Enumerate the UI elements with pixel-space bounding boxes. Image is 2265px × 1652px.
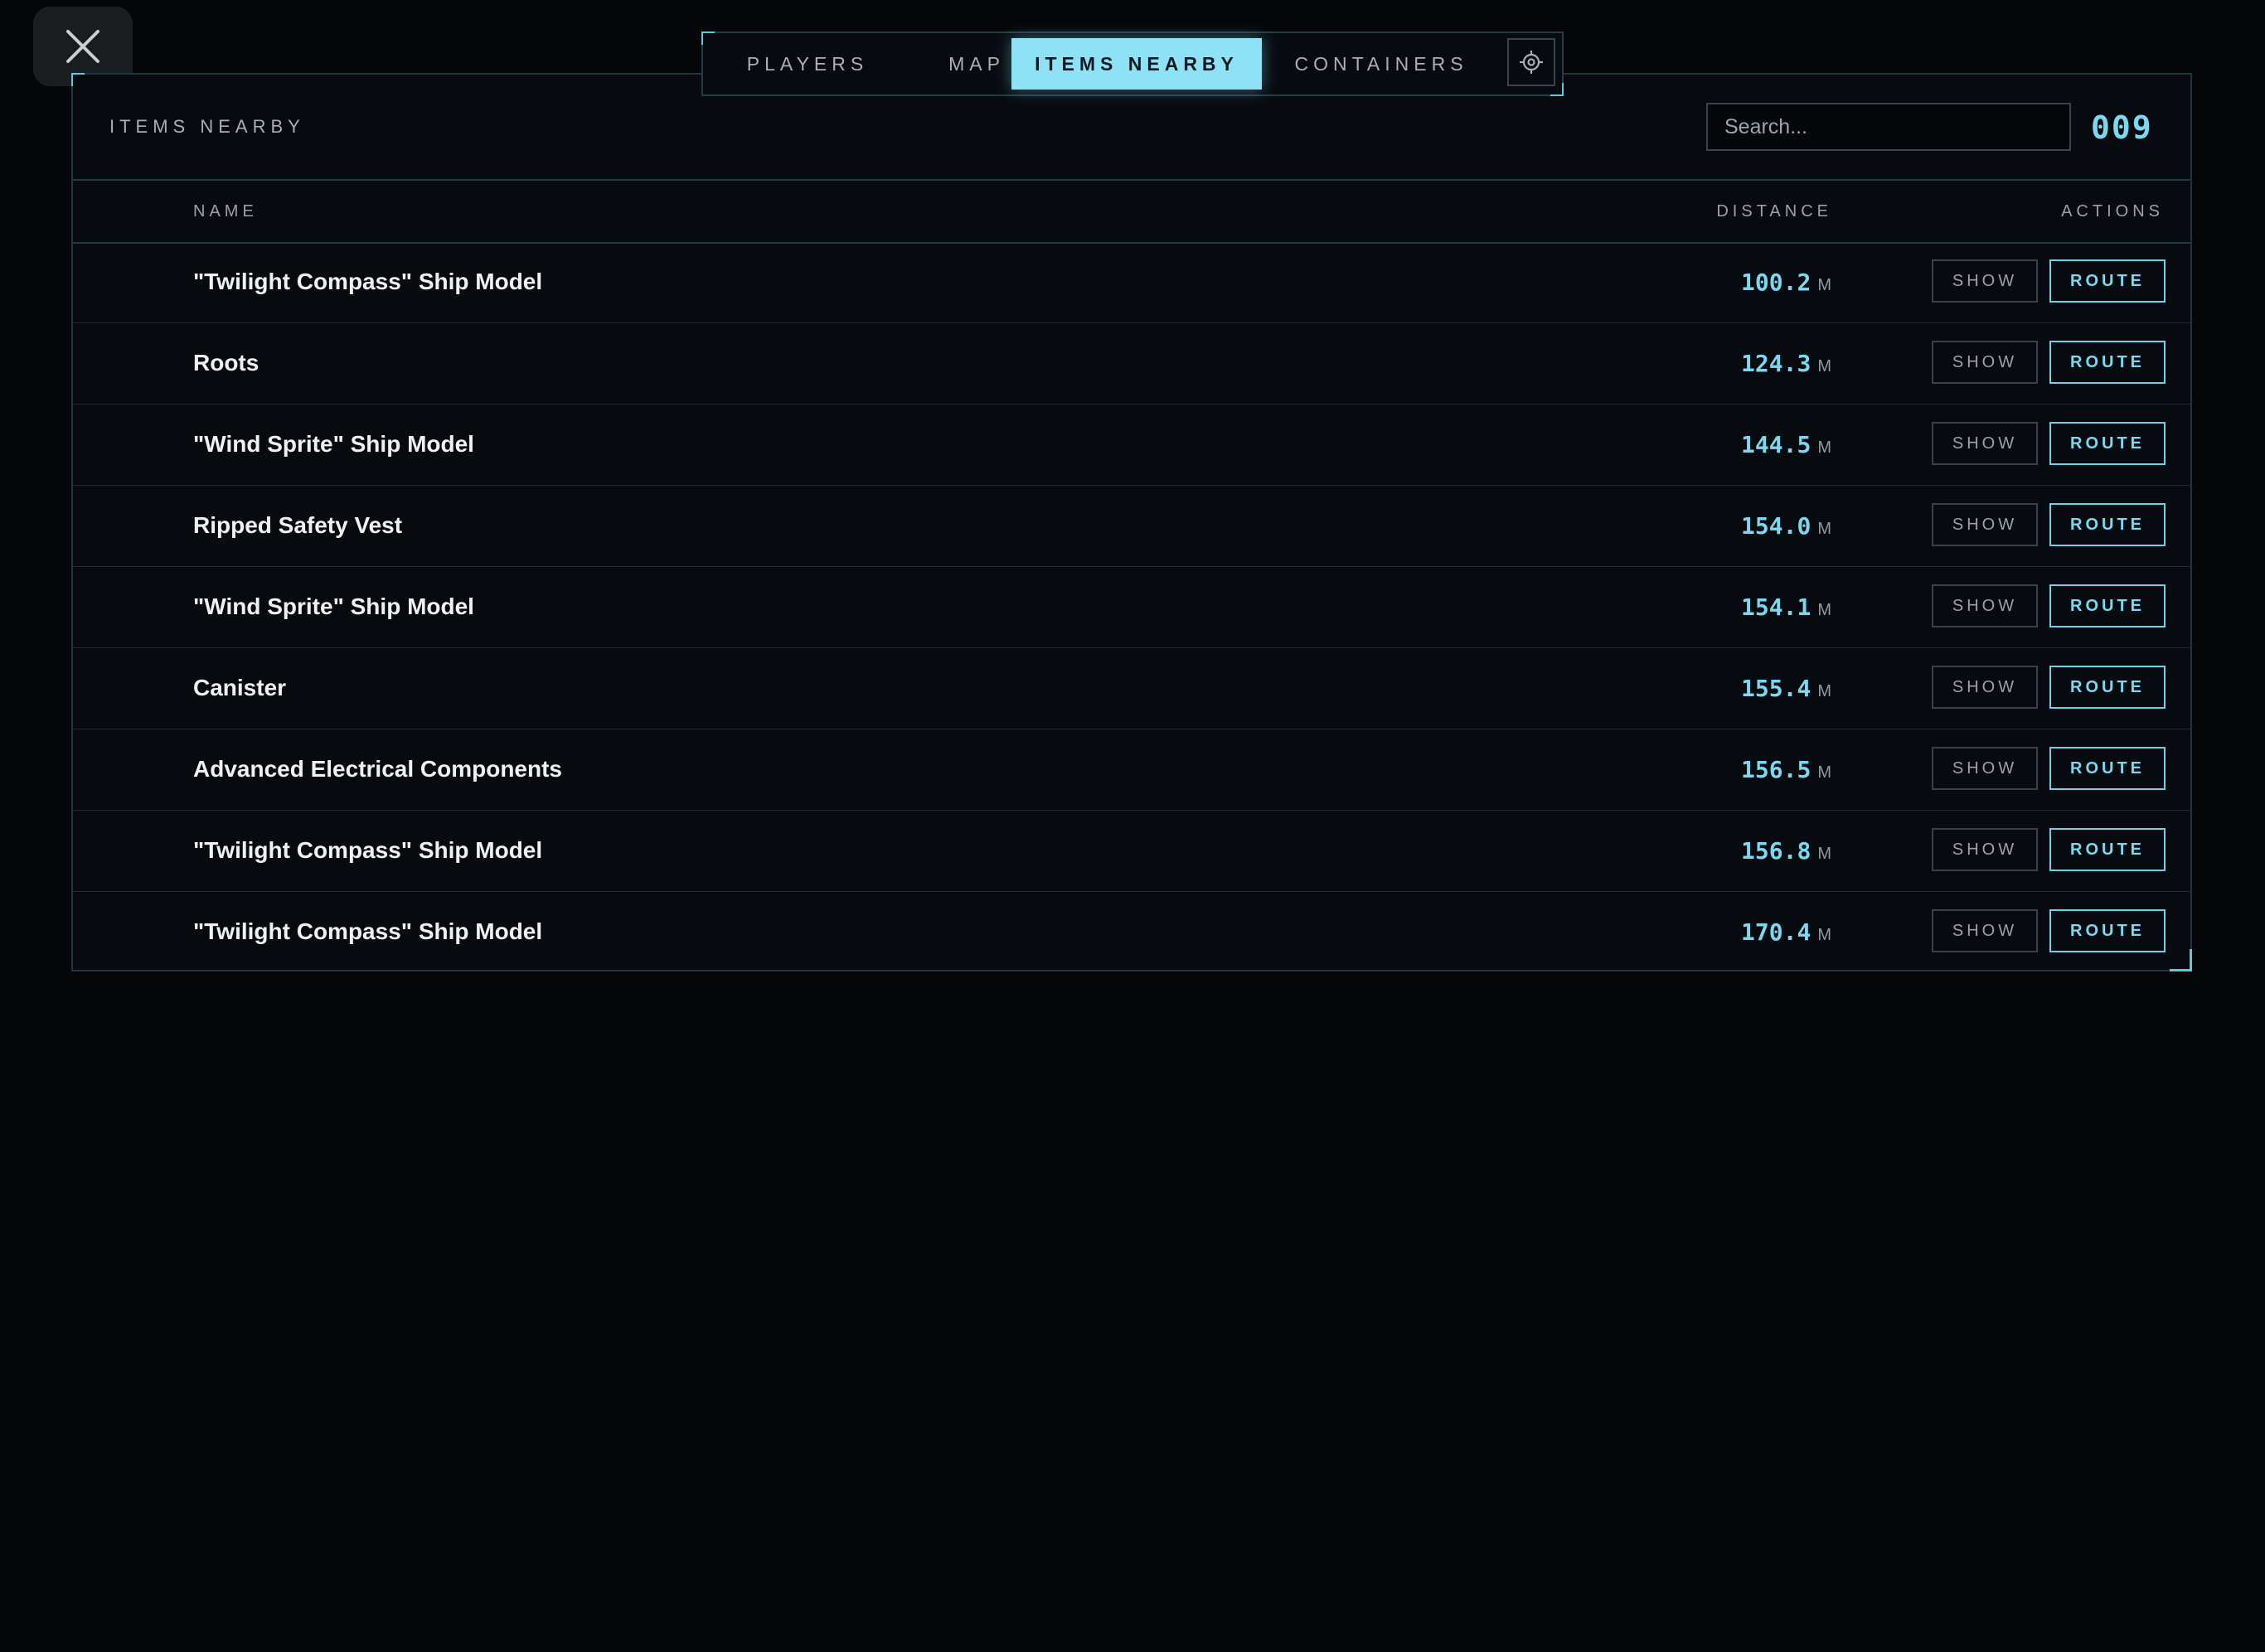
item-count: 009: [2091, 109, 2153, 146]
item-distance: 124.3 M: [1741, 350, 1832, 377]
tab-bar: PLAYERS MAP ITEMS NEARBY CONTAINERS: [701, 31, 1564, 96]
item-distance: 155.4 M: [1741, 675, 1832, 702]
table-row: Canister 155.4 M SHOW ROUTE: [73, 648, 2190, 729]
table-row: "Wind Sprite" Ship Model 154.1 M SHOW RO…: [73, 567, 2190, 648]
distance-value: 156.8: [1741, 837, 1812, 865]
target-icon: [1520, 51, 1543, 74]
show-button[interactable]: SHOW: [1932, 259, 2038, 303]
item-name: Canister: [193, 675, 287, 700]
item-name: "Twilight Compass" Ship Model: [193, 837, 543, 863]
table-row: Advanced Electrical Components 156.5 M S…: [73, 729, 2190, 811]
distance-value: 155.4: [1741, 675, 1812, 702]
item-name: Advanced Electrical Components: [193, 756, 563, 782]
route-button[interactable]: ROUTE: [2049, 747, 2166, 790]
item-distance: 154.1 M: [1741, 593, 1832, 621]
route-button[interactable]: ROUTE: [2049, 422, 2166, 465]
table-row: Ripped Safety Vest 154.0 M SHOW ROUTE: [73, 486, 2190, 567]
route-button[interactable]: ROUTE: [2049, 666, 2166, 709]
route-button[interactable]: ROUTE: [2049, 503, 2166, 546]
table-row: "Twilight Compass" Ship Model 100.2 M SH…: [73, 242, 2190, 323]
distance-unit: M: [1817, 682, 1832, 700]
route-button[interactable]: ROUTE: [2049, 909, 2166, 952]
show-button[interactable]: SHOW: [1932, 584, 2038, 627]
distance-value: 154.1: [1741, 593, 1812, 621]
show-button[interactable]: SHOW: [1932, 422, 2038, 465]
show-button[interactable]: SHOW: [1932, 909, 2038, 952]
search-input[interactable]: [1706, 103, 2071, 151]
distance-unit: M: [1817, 763, 1832, 782]
show-button[interactable]: SHOW: [1932, 828, 2038, 871]
panel-title: ITEMS NEARBY: [109, 116, 305, 137]
distance-unit: M: [1817, 520, 1832, 538]
table-row: Roots 124.3 M SHOW ROUTE: [73, 323, 2190, 405]
item-distance: 144.5 M: [1741, 431, 1832, 458]
show-button[interactable]: SHOW: [1932, 747, 2038, 790]
distance-value: 156.5: [1741, 756, 1812, 783]
distance-value: 144.5: [1741, 431, 1812, 458]
route-button[interactable]: ROUTE: [2049, 584, 2166, 627]
item-distance: 170.4 M: [1741, 918, 1832, 946]
distance-value: 100.2: [1741, 269, 1812, 296]
route-button[interactable]: ROUTE: [2049, 341, 2166, 384]
items-nearby-panel: ITEMS NEARBY 009 NAME DISTANCE ACTIONS "…: [71, 73, 2192, 971]
item-distance: 100.2 M: [1741, 269, 1832, 296]
items-list: "Twilight Compass" Ship Model 100.2 M SH…: [73, 242, 2190, 973]
table-row: "Wind Sprite" Ship Model 144.5 M SHOW RO…: [73, 405, 2190, 486]
column-header-name: NAME: [193, 202, 258, 220]
item-name: "Twilight Compass" Ship Model: [193, 918, 543, 944]
item-name: Roots: [193, 350, 259, 375]
item-name: "Wind Sprite" Ship Model: [193, 593, 474, 619]
item-distance: 156.8 M: [1741, 837, 1832, 865]
table-row: "Twilight Compass" Ship Model 170.4 M SH…: [73, 892, 2190, 973]
item-name: Ripped Safety Vest: [193, 512, 403, 538]
show-button[interactable]: SHOW: [1932, 503, 2038, 546]
item-name: "Twilight Compass" Ship Model: [193, 269, 543, 294]
distance-unit: M: [1817, 926, 1832, 944]
column-header-actions: ACTIONS: [2061, 202, 2164, 220]
distance-unit: M: [1817, 601, 1832, 619]
item-name: "Wind Sprite" Ship Model: [193, 431, 474, 457]
table-row: "Twilight Compass" Ship Model 156.8 M SH…: [73, 811, 2190, 892]
distance-value: 154.0: [1741, 512, 1812, 540]
close-icon: [66, 30, 99, 63]
locate-button[interactable]: [1507, 38, 1555, 86]
tab-players[interactable]: PLAYERS: [718, 38, 897, 90]
route-button[interactable]: ROUTE: [2049, 828, 2166, 871]
table-header: NAME DISTANCE ACTIONS: [73, 179, 2190, 244]
distance-unit: M: [1817, 357, 1832, 375]
distance-unit: M: [1817, 438, 1832, 457]
distance-unit: M: [1817, 276, 1832, 294]
show-button[interactable]: SHOW: [1932, 341, 2038, 384]
tab-containers[interactable]: CONTAINERS: [1277, 38, 1486, 90]
tab-items-nearby[interactable]: ITEMS NEARBY: [1011, 38, 1262, 90]
tabbar-corner-bracket: [701, 31, 715, 45]
distance-unit: M: [1817, 845, 1832, 863]
column-header-distance: DISTANCE: [1716, 202, 1832, 220]
show-button[interactable]: SHOW: [1932, 666, 2038, 709]
route-button[interactable]: ROUTE: [2049, 259, 2166, 303]
item-distance: 154.0 M: [1741, 512, 1832, 540]
item-distance: 156.5 M: [1741, 756, 1832, 783]
distance-value: 170.4: [1741, 918, 1812, 946]
distance-value: 124.3: [1741, 350, 1812, 377]
